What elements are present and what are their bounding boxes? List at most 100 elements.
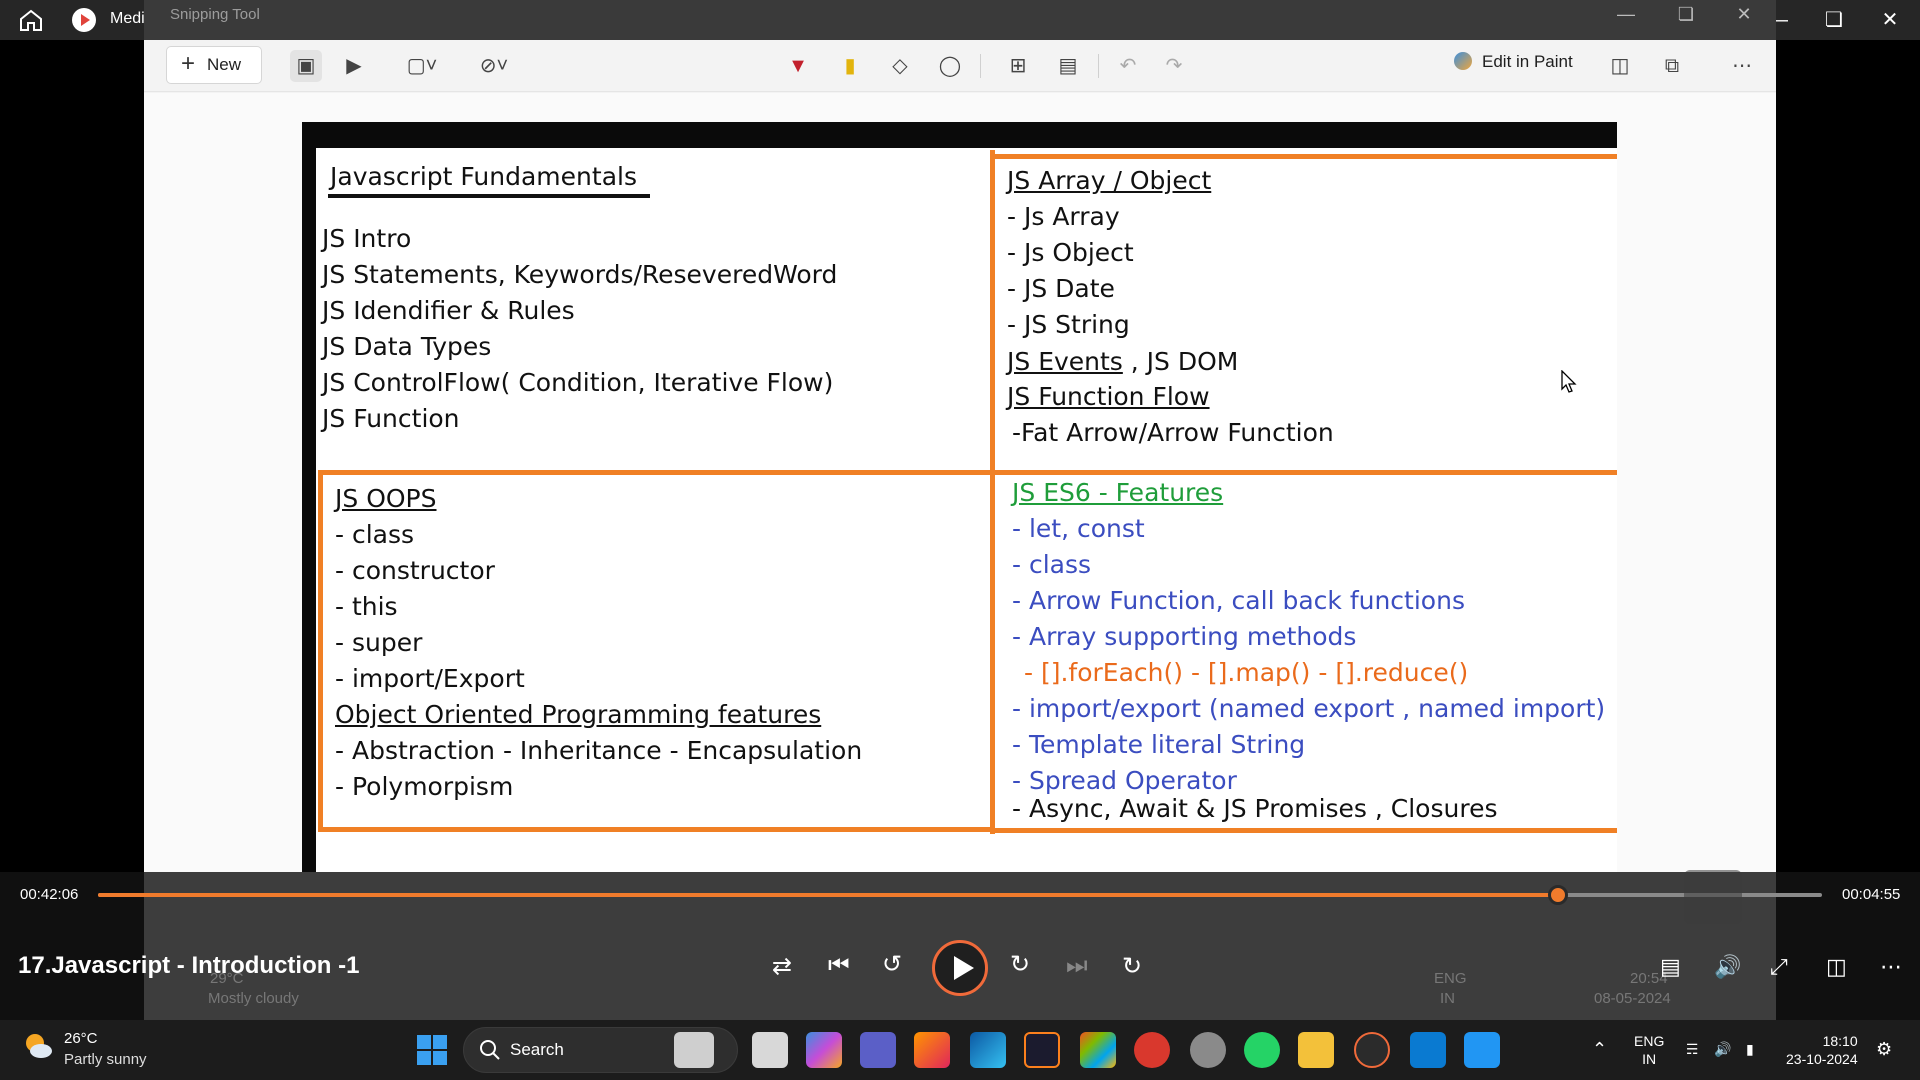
- clock[interactable]: 18:10 23-10-2024: [1786, 1032, 1858, 1068]
- home-icon[interactable]: [18, 8, 44, 32]
- list-item: - Js Object: [1007, 238, 1134, 267]
- seek-bar[interactable]: [98, 885, 1822, 905]
- chevron-up-icon[interactable]: ⌃: [1592, 1040, 1607, 1058]
- file-explorer-icon[interactable]: [1298, 1032, 1334, 1068]
- shuffle-icon[interactable]: ⇄: [772, 952, 792, 981]
- shapes-icon: ◯: [938, 55, 962, 77]
- store-icon[interactable]: [1080, 1032, 1116, 1068]
- intellij-icon[interactable]: [1024, 1032, 1060, 1068]
- list-item: JS Intro: [322, 224, 412, 253]
- fullscreen-icon[interactable]: ⤢: [1770, 954, 1788, 980]
- search-box[interactable]: Search: [463, 1027, 738, 1073]
- seek-bar-progress: [98, 893, 1558, 897]
- list-item: - import/Export: [335, 664, 525, 693]
- list-item: - super: [335, 628, 423, 657]
- screen: { "media_player": { "app_title": "Media …: [0, 0, 1920, 1080]
- crop-icon: ⊞: [1009, 55, 1027, 77]
- windows-taskbar: 26°C Partly sunny Search ⌃ ENG IN ☴ 🔊 ▮ …: [0, 1020, 1920, 1080]
- list-item: - Async, Await & JS Promises , Closures: [1012, 794, 1498, 823]
- captions-icon[interactable]: ▤: [1660, 954, 1681, 980]
- lang-top: ENG: [1634, 1033, 1665, 1049]
- vscode-icon[interactable]: [1410, 1032, 1446, 1068]
- pen-icon: ▼: [788, 55, 808, 77]
- save-icon: ◫: [1610, 55, 1630, 77]
- task-view-icon[interactable]: [752, 1032, 788, 1068]
- close-button[interactable]: ✕: [1862, 0, 1918, 40]
- copilot-icon[interactable]: [806, 1032, 842, 1068]
- search-icon: [478, 1038, 502, 1062]
- recorder-icon[interactable]: [1134, 1032, 1170, 1068]
- undo-icon: ↶: [1119, 55, 1137, 77]
- more-options-icon: ⋯: [1732, 55, 1752, 77]
- q2-heading: JS Array / Object: [1007, 166, 1212, 195]
- snipping-tool-title: Snipping Tool: [170, 6, 260, 23]
- speaker-icon[interactable]: 🔊: [1714, 1040, 1731, 1058]
- video-title: 17.Javascript - Introduction -1: [18, 952, 360, 979]
- more-options-icon[interactable]: ⋯: [1880, 954, 1902, 980]
- new-label: New: [207, 55, 242, 74]
- forward-30-icon[interactable]: ↻: [1010, 950, 1030, 979]
- list-item: -Fat Arrow/Arrow Function: [1012, 418, 1334, 447]
- inner-lang-bottom: IN: [1440, 990, 1455, 1007]
- lang-indicator[interactable]: ENG IN: [1634, 1032, 1664, 1068]
- slide-border-bottom-right: [995, 828, 1617, 833]
- snip-close-icon: ✕: [1736, 4, 1752, 24]
- rewind-10-icon[interactable]: ↺: [882, 950, 902, 979]
- play-button[interactable]: [932, 940, 988, 996]
- list-item: - JS String: [1007, 310, 1130, 339]
- media-player-icon[interactable]: [1354, 1032, 1390, 1068]
- list-item: JS Function: [322, 404, 460, 433]
- start-button[interactable]: [417, 1035, 447, 1065]
- inner-weather-desc: Mostly cloudy: [208, 990, 299, 1007]
- camera-icon: ▣: [290, 50, 322, 82]
- slide-border-top-right: [995, 154, 1617, 159]
- search-highlight-image: [674, 1032, 714, 1068]
- snipping-tool-titlebar: Snipping Tool — ❏ ✕: [144, 0, 1776, 40]
- js-events-label: JS Events: [1007, 347, 1123, 376]
- q4-heading: JS ES6 - Features: [1012, 478, 1224, 507]
- q1-heading: Javascript Fundamentals: [330, 162, 637, 191]
- next-icon[interactable]: ⏭: [1066, 952, 1088, 980]
- slide-border-left: [318, 470, 323, 832]
- whatsapp-icon[interactable]: [1244, 1032, 1280, 1068]
- list-item: - JS Date: [1007, 274, 1115, 303]
- plus-icon: +: [181, 50, 196, 77]
- paint-icon: [1454, 52, 1472, 70]
- teams-icon[interactable]: [860, 1032, 896, 1068]
- list-item: - Template literal String: [1012, 730, 1306, 759]
- clock-time: 18:10: [1822, 1033, 1858, 1049]
- oop-features-heading: Object Oriented Programming features: [335, 700, 822, 729]
- snip-restore-icon: ❏: [1677, 4, 1695, 24]
- previous-icon[interactable]: ⏮: [828, 952, 850, 980]
- wifi-icon[interactable]: ☴: [1686, 1040, 1699, 1058]
- weather-temp: 26°C: [64, 1030, 98, 1047]
- new-snip-button: + New: [166, 46, 262, 84]
- battery-icon[interactable]: ▮: [1746, 1040, 1754, 1058]
- slide-divider-horizontal: [318, 470, 1617, 475]
- weather-icon[interactable]: [22, 1030, 54, 1062]
- repeat-icon[interactable]: ↻: [1122, 952, 1142, 981]
- firefox-icon[interactable]: [914, 1032, 950, 1068]
- list-item: - import/export (named export , named im…: [1012, 694, 1606, 723]
- list-item: - class: [335, 520, 415, 549]
- restore-button[interactable]: ❏: [1806, 0, 1862, 40]
- toolbar-divider: [1098, 54, 1099, 78]
- search-label: Search: [510, 1040, 564, 1059]
- inner-lang-top: ENG: [1434, 970, 1467, 987]
- list-item: - Arrow Function, call back functions: [1012, 586, 1465, 615]
- settings-icon[interactable]: [1190, 1032, 1226, 1068]
- notification-bell-icon[interactable]: ⚙: [1876, 1040, 1892, 1058]
- slide-divider-vertical: [990, 150, 995, 834]
- slide-border-bottom-left: [318, 827, 990, 832]
- seek-bar-thumb[interactable]: [1547, 885, 1568, 905]
- snip-minimize-icon: —: [1617, 4, 1635, 24]
- eraser-icon: ◇: [892, 55, 908, 77]
- list-item: - constructor: [335, 556, 495, 585]
- volume-icon[interactable]: 🔊: [1714, 954, 1741, 980]
- no-delay-icon: ⊘˅: [479, 55, 509, 77]
- cast-icon[interactable]: ◫: [1826, 954, 1847, 980]
- snipping-tool-toolbar: + New ▣ ▶ ▢˅ ⊘˅ ▼ ▮ ◇ ◯ ⊞ ▤ ↶ ↷ Edit in P…: [144, 40, 1776, 92]
- edge-icon[interactable]: [970, 1032, 1006, 1068]
- mini-player-icon[interactable]: [1684, 870, 1742, 924]
- notepad-icon[interactable]: [1464, 1032, 1500, 1068]
